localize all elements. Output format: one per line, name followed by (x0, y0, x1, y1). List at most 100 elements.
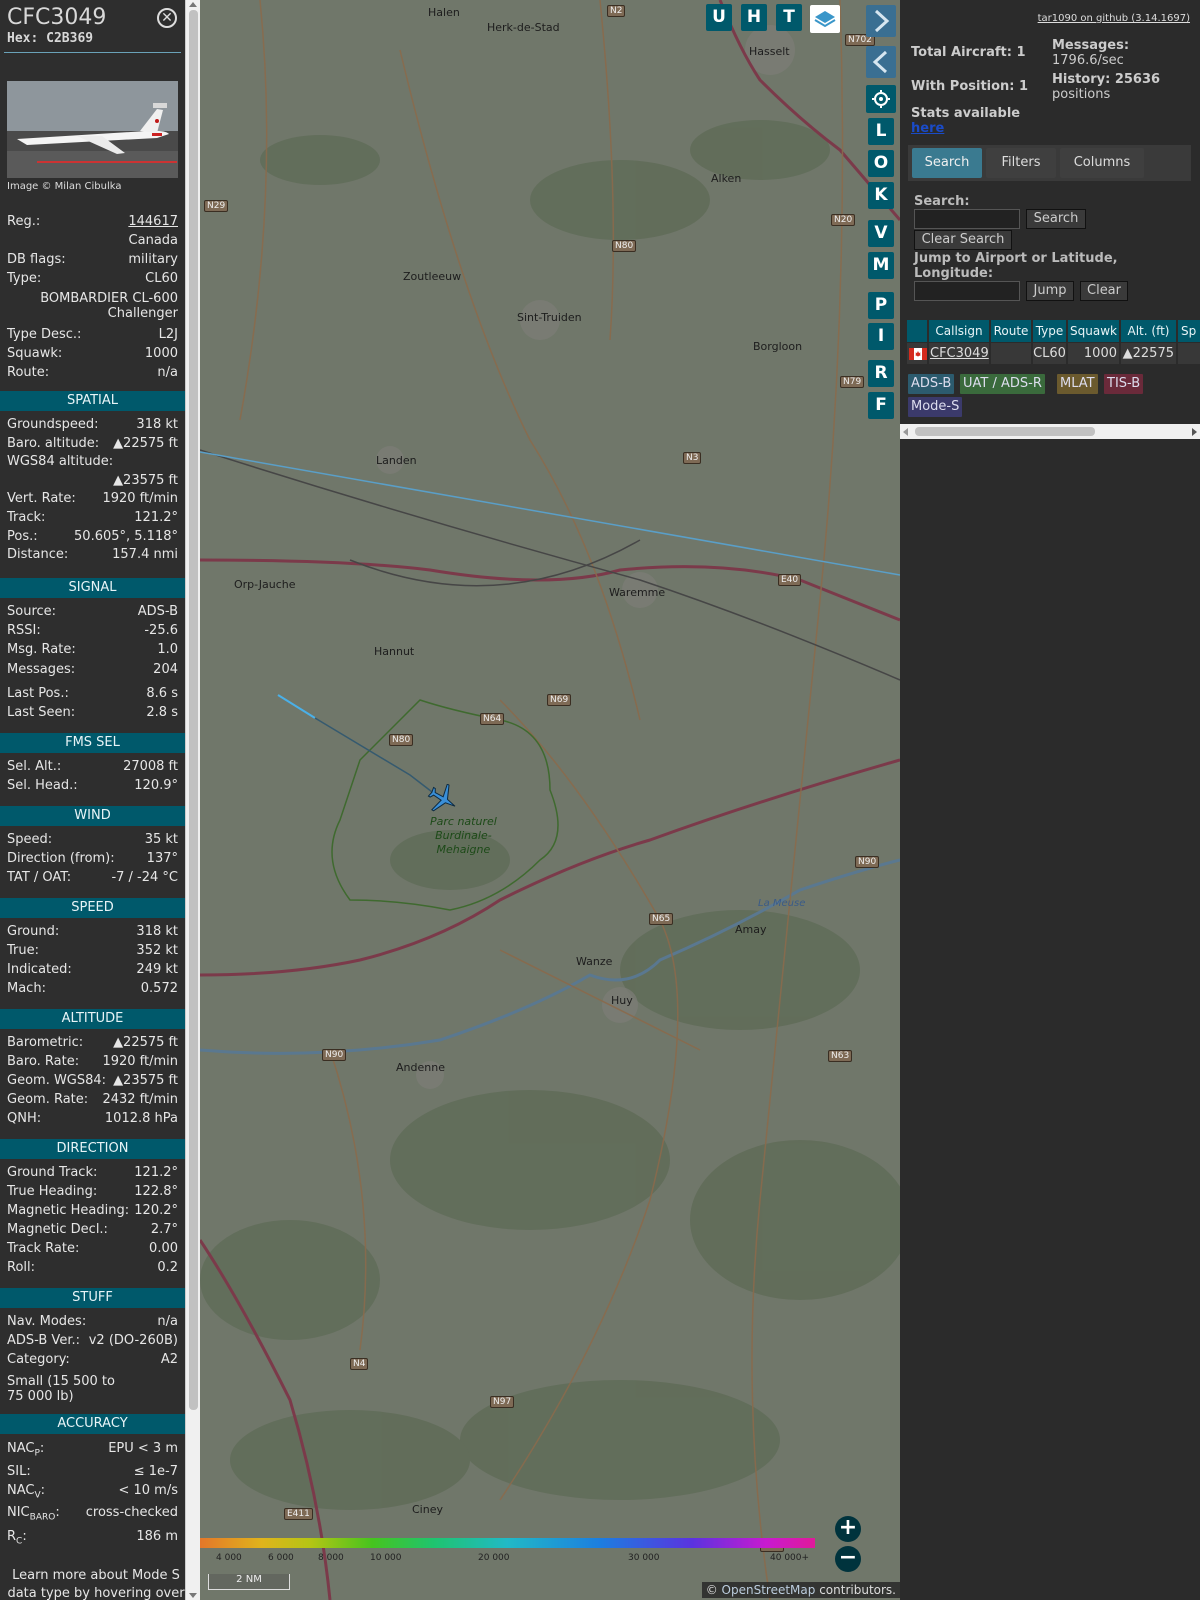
image-credit: Image © Milan Cibulka (7, 181, 122, 192)
info-label: Distance: (7, 547, 69, 563)
section-accuracy: ACCURACY (0, 1414, 185, 1434)
legend-tick-label: 40 000+ (770, 1553, 810, 1563)
search-button[interactable]: Search (1026, 209, 1086, 229)
road-label: N64 (480, 713, 505, 725)
table-row[interactable] (907, 343, 927, 364)
town-label: Zoutleeuw (403, 270, 462, 283)
clear-button[interactable]: Clear (1080, 281, 1128, 301)
type-desc-row: Type Desc.: L2J (7, 327, 178, 342)
jump-label: Jump to Airport or Latitude, Longitude: (914, 251, 1118, 281)
town-label: Landen (376, 454, 417, 467)
badge-mlat: MLAT (1057, 374, 1098, 394)
map-button-h[interactable]: H (741, 4, 767, 31)
map-button-i[interactable]: I (868, 323, 894, 350)
github-link[interactable]: tar1090 on github (3.14.1697) (1038, 13, 1190, 24)
info-label: Vert. Rate: (7, 491, 76, 507)
aircraft-marker-icon[interactable] (426, 784, 460, 814)
info-label: Baro. altitude: (7, 435, 100, 451)
tab-columns[interactable]: Columns (1060, 148, 1144, 178)
gear-icon (872, 90, 890, 108)
row-speed (1178, 343, 1200, 364)
legend-tick-label: 30 000 (628, 1553, 660, 1563)
header-squawk[interactable]: Squawk (1068, 320, 1119, 342)
stats-link[interactable]: here (911, 121, 1020, 136)
info-label: Source: (7, 604, 57, 619)
altitude-color-legend (200, 1538, 815, 1548)
map-button-f[interactable]: F (868, 392, 894, 419)
info-value: n/a (157, 1314, 178, 1329)
reg-link[interactable]: 144617 (128, 214, 178, 229)
info-value: 137° (146, 851, 178, 866)
jump-input[interactable] (914, 281, 1020, 301)
info-row: RSSI: -25.6 (7, 623, 178, 641)
collapse-sidebar-button[interactable] (866, 5, 896, 37)
expand-sidebar-button[interactable] (866, 46, 896, 78)
road-label: N2 (607, 5, 626, 17)
info-value: 318 kt (136, 417, 178, 432)
info-label: Last Pos.: (7, 685, 69, 701)
canada-flag-icon (909, 348, 927, 360)
map-button-o[interactable]: O (868, 150, 894, 177)
zoom-in-button[interactable]: + (835, 1516, 861, 1542)
table-scrollbar[interactable] (900, 424, 1200, 439)
zoom-out-button[interactable]: − (835, 1546, 861, 1572)
info-label: Direction (from): (7, 851, 115, 866)
info-value: 1920 ft/min (102, 491, 178, 507)
map-button-r[interactable]: R (868, 360, 894, 387)
header-alt[interactable]: Alt. (ft) (1121, 320, 1176, 342)
map-button-p[interactable]: P (868, 292, 894, 319)
divider (4, 52, 181, 53)
badge-adsb: ADS-B (908, 374, 955, 394)
header-type[interactable]: Type (1033, 320, 1066, 342)
search-input[interactable] (914, 209, 1020, 229)
road-label: E411 (284, 1508, 313, 1520)
map-button-t[interactable]: T (776, 4, 802, 31)
info-value: 2432 ft/min (102, 1092, 178, 1107)
aircraft-photo[interactable] (7, 81, 178, 178)
legend-tick-label: 4 000 (216, 1553, 242, 1563)
info-value: 2.7° (150, 1222, 178, 1237)
header-speed[interactable]: Sp (1178, 320, 1200, 342)
layers-button[interactable] (810, 5, 840, 33)
header-callsign[interactable]: Callsign (929, 320, 989, 342)
info-label: Roll: (7, 1260, 36, 1275)
town-label: Borgloon (753, 340, 803, 353)
category-description: Small (15 500 to 75 000 lb) (7, 1374, 115, 1404)
info-value: 1920 ft/min (102, 1054, 178, 1069)
park-label: Parc naturel Burdinale- Mehaigne (430, 815, 497, 856)
info-label: Mach: (7, 981, 46, 996)
town-label: Andenne (396, 1061, 445, 1074)
info-row: Msg. Rate: 1.0 (7, 642, 178, 660)
info-label: Ground: (7, 924, 60, 939)
header-route[interactable]: Route (991, 320, 1031, 342)
map[interactable]: Halen Herk-de-Stad Hasselt Alken Zoutleeuw Si… (200, 0, 900, 1600)
osm-link[interactable]: OpenStreetMap (722, 1583, 816, 1597)
clear-search-button[interactable]: Clear Search (914, 230, 1012, 250)
map-button-k[interactable]: K (868, 182, 894, 209)
map-button-m[interactable]: M (868, 252, 894, 279)
jump-button[interactable]: Jump (1026, 281, 1074, 301)
stats-available: Stats available here (911, 106, 1021, 136)
row-callsign[interactable]: CFC3049 (929, 343, 989, 364)
info-row: Speed: 35 kt (7, 832, 178, 850)
info-value: 352 kt (136, 943, 178, 958)
nicbaro-row: NICBARO: cross-checked (7, 1505, 178, 1523)
map-button-u[interactable]: U (706, 4, 732, 31)
info-scrollbar[interactable] (185, 0, 200, 1600)
map-button-v[interactable]: V (868, 220, 894, 247)
road-label: N29 (204, 200, 229, 212)
settings-button[interactable] (866, 85, 896, 113)
tab-filters[interactable]: Filters (986, 148, 1056, 178)
town-label: Amay (735, 923, 767, 936)
section-speed: SPEED (0, 898, 185, 918)
road-label: N69 (547, 694, 572, 706)
nacp-row: NACP: EPU < 3 m (7, 1441, 178, 1459)
map-button-l[interactable]: L (868, 118, 894, 145)
info-value: 120.9° (134, 778, 178, 793)
info-value: 249 kt (136, 962, 178, 977)
info-label: Geom. WGS84: (7, 1073, 107, 1088)
info-row: True Heading: 122.8° (7, 1184, 178, 1202)
tab-search[interactable]: Search (912, 148, 982, 178)
aircraft-info-panel: CFC3049 ✕ Hex: C2B369 Image © Milan Cibu… (0, 0, 185, 1600)
close-icon[interactable]: ✕ (157, 8, 177, 28)
